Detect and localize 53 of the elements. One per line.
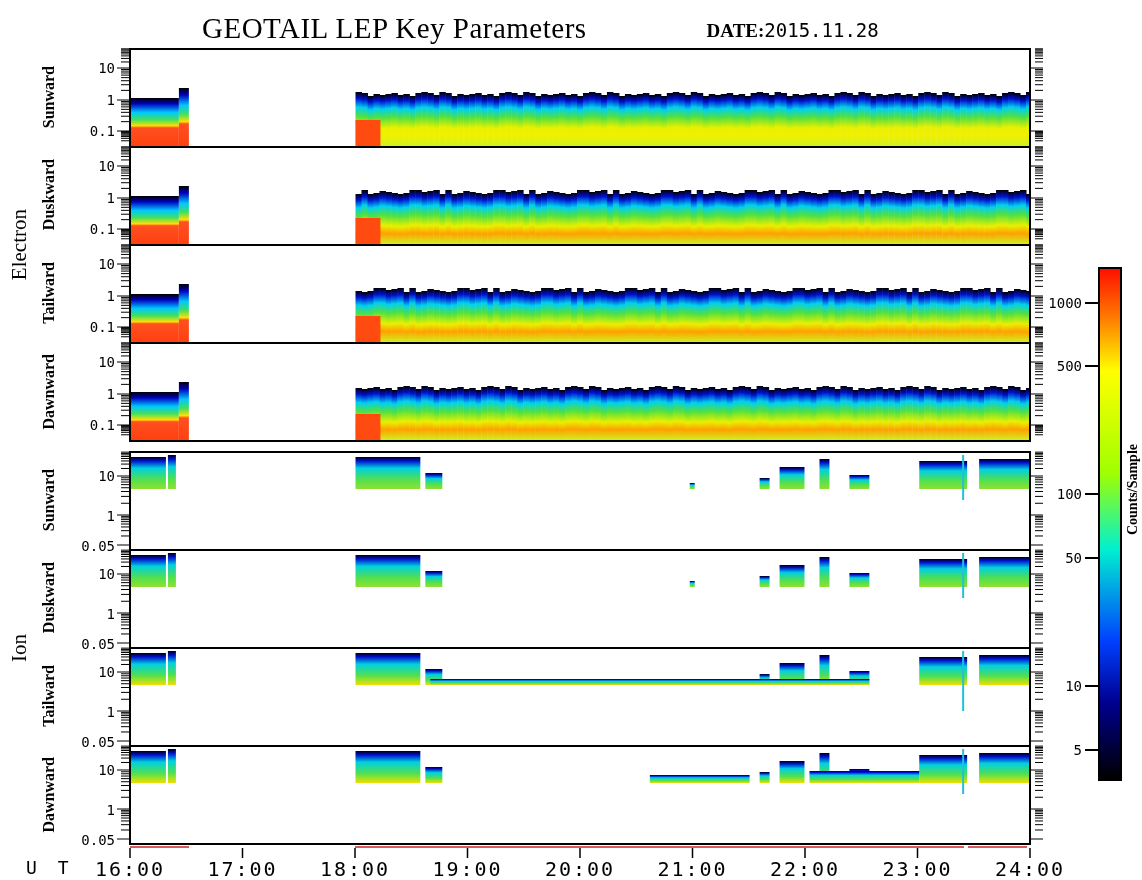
y-tick-label: 1 [106,288,115,304]
colorbar-title: Counts/Sample [1125,444,1141,536]
y-tick-label: 10 [98,566,115,583]
y-tick-label: 1 [106,605,115,622]
panel-label: Tailward [40,665,58,727]
y-tick-label: 10 [98,664,115,681]
colorbar-tick-label: 100 [1056,486,1082,502]
y-tick-label: 0.1 [89,417,115,433]
time-tick-label: 17:00 [207,857,278,880]
y-tick-label: 10 [98,60,115,76]
panel-label: Dawnward [40,757,58,833]
y-tick-label: 10 [98,158,115,174]
y-tick-label: 1 [106,801,115,818]
y-tick-label: 10 [98,468,115,485]
group-label: Ion [6,634,32,662]
y-tick-label: 0.1 [89,123,115,139]
time-tick-label: 24:00 [994,857,1066,880]
panel-label: Duskward [40,159,58,231]
y-tick-label: 1 [106,507,115,524]
panel-label: Dawnward [40,354,58,430]
y-tick-label: 0.1 [89,221,115,237]
colorbar-tick-label: 50 [1065,550,1082,566]
colorbar-tick-label: 1000 [1048,295,1082,311]
date-label: DATE:2015.11.28 [706,18,879,43]
y-tick-label: 0.05 [81,733,115,750]
y-tick-label: 0.05 [81,831,115,848]
time-tick-label: 16:00 [94,857,166,880]
y-tick-label: 10 [98,762,115,779]
y-tick-label: 1 [106,92,115,108]
group-label: Electron [6,209,32,281]
time-tick-label: 20:00 [544,857,616,880]
y-tick-label: 0.1 [89,319,115,335]
time-tick-label: 23:00 [882,857,953,880]
time-tick-label: 19:00 [432,857,503,880]
y-tick-label: 0.05 [81,635,115,652]
axis-label: U T [26,857,74,878]
time-tick-label: 18:00 [319,857,391,880]
y-tick-label: 1 [106,190,115,206]
y-tick-label: 10 [98,256,115,272]
colorbar-tick-label: 10 [1065,678,1082,694]
panel-label: Sunward [40,65,58,129]
time-tick-label: 21:00 [657,857,728,880]
colorbar-tick-label: 500 [1056,358,1082,374]
y-tick-label: 0.05 [81,537,115,554]
y-tick-label: 10 [98,354,115,370]
chart-title: GEOTAIL LEP Key Parameters [202,11,587,46]
panel-label: Tailward [40,262,58,324]
y-tick-label: 1 [106,386,115,402]
panel-label: Duskward [40,562,58,634]
y-tick-label: 1 [106,703,115,720]
colorbar-tick-label: 5 [1073,742,1082,758]
time-tick-label: 22:00 [769,857,841,880]
panel-label: Sunward [40,468,58,532]
